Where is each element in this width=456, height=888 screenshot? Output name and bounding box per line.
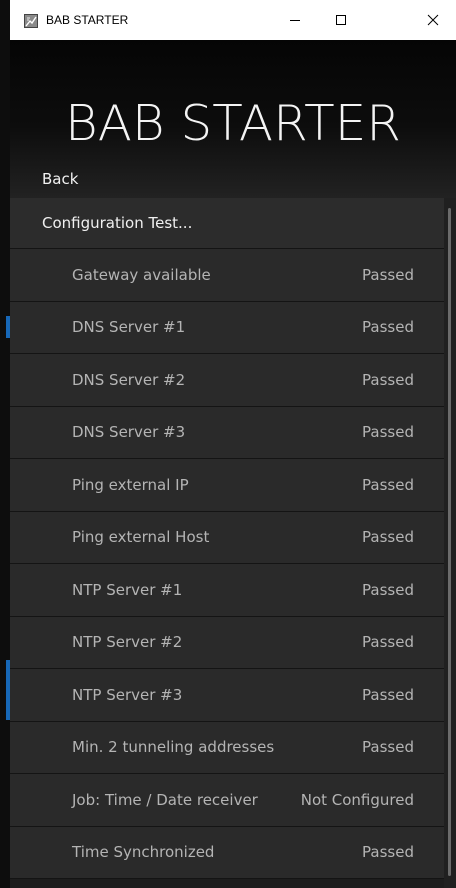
list-item[interactable]: DNS Server #3 Passed (10, 406, 444, 459)
test-label: DNS Server #1 (72, 318, 186, 337)
window-title: BAB STARTER (46, 13, 129, 27)
test-status: Passed (362, 318, 414, 337)
minimize-icon (289, 11, 301, 30)
test-status: Passed (362, 843, 414, 862)
list-item[interactable]: Ping external Host Passed (10, 511, 444, 564)
test-label: NTP Server #3 (72, 685, 183, 704)
app-header: BAB STARTER Back (10, 40, 456, 198)
list-item[interactable]: NTP Server #3 Passed (10, 669, 444, 722)
list-item[interactable]: Ping external IP Passed (10, 459, 444, 512)
list-item[interactable]: Min. 2 tunneling addresses Passed (10, 721, 444, 774)
list-item[interactable]: NTP Server #2 Passed (10, 616, 444, 669)
app-window: BAB STARTER BAB STARTER Back Configurati… (0, 0, 456, 888)
test-label: Ping external Host (72, 528, 210, 547)
maximize-icon (335, 11, 347, 30)
content-area: BAB STARTER BAB STARTER Back Configurati… (10, 0, 456, 888)
list-item[interactable]: Time Synchronized Passed (10, 826, 444, 879)
test-label: Time Synchronized (72, 843, 215, 862)
close-button[interactable] (410, 0, 456, 40)
list-item[interactable]: Gateway available Passed (10, 249, 444, 302)
test-status: Not Configured (300, 790, 414, 809)
test-label: DNS Server #3 (72, 423, 186, 442)
test-status: Passed (362, 475, 414, 494)
test-label: NTP Server #1 (72, 580, 183, 599)
test-label: Job: Time / Date receiver (72, 790, 258, 809)
test-label: Gateway available (72, 265, 211, 284)
list-item[interactable]: DNS Server #1 Passed (10, 301, 444, 354)
test-label: Ping external IP (72, 475, 189, 494)
test-status: Passed (362, 685, 414, 704)
test-status: Passed (362, 580, 414, 599)
scrollbar-thumb[interactable] (448, 208, 451, 876)
title-bar[interactable]: BAB STARTER (10, 0, 456, 40)
back-button[interactable]: Back (42, 169, 78, 189)
test-label: NTP Server #2 (72, 633, 183, 652)
test-status: Passed (362, 265, 414, 284)
app-logo-icon (24, 13, 38, 28)
close-icon (427, 11, 439, 30)
test-label: Min. 2 tunneling addresses (72, 738, 275, 757)
app-title: BAB STARTER (64, 95, 402, 152)
list-item[interactable]: Job: Time / Date receiver Not Configured (10, 774, 444, 827)
list-item[interactable]: DNS Server #2 Passed (10, 354, 444, 407)
test-status: Passed (362, 738, 414, 757)
section-header: Configuration Test... (10, 198, 444, 249)
configuration-test-list: Configuration Test... Gateway available … (10, 198, 444, 879)
test-status: Passed (362, 528, 414, 547)
test-status: Passed (362, 633, 414, 652)
maximize-button[interactable] (318, 0, 364, 40)
list-item[interactable]: NTP Server #1 Passed (10, 564, 444, 617)
test-status: Passed (362, 423, 414, 442)
test-label: DNS Server #2 (72, 370, 186, 389)
minimize-button[interactable] (272, 0, 318, 40)
test-status: Passed (362, 370, 414, 389)
scrollbar[interactable] (444, 198, 456, 888)
